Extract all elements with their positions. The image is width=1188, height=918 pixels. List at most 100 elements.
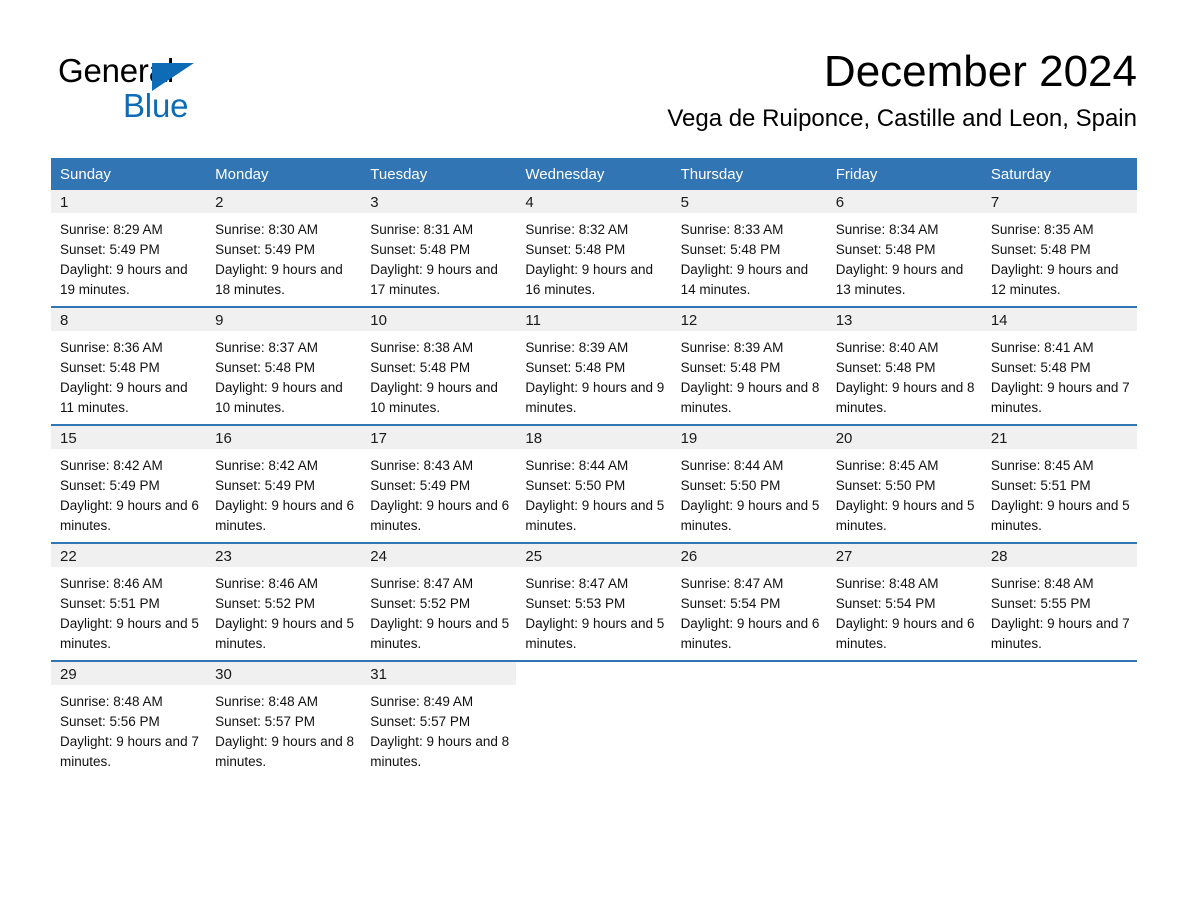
calendar-day-cell[interactable]: 11 Sunrise: 8:39 AM Sunset: 5:48 PM Dayligh… xyxy=(516,306,672,425)
calendar-day-cell[interactable]: 13 Sunrise: 8:40 AM Sunset: 5:48 PM Dayligh… xyxy=(826,306,982,425)
day-number: 4 xyxy=(516,190,672,213)
calendar-page: General Blue December 2024 Vega de Ruipo… xyxy=(0,0,1188,918)
daylight-text: Daylight: 9 hours and 5 minutes. xyxy=(215,616,354,651)
sunset-text: Sunset: 5:57 PM xyxy=(370,714,471,729)
day-number: 14 xyxy=(981,308,1137,331)
sunset-text: Sunset: 5:51 PM xyxy=(990,478,1091,493)
calendar-day-cell[interactable]: 7 Sunrise: 8:35 AM Sunset: 5:48 PM Daylight… xyxy=(981,190,1137,307)
daylight-text: Daylight: 9 hours and 5 minutes. xyxy=(60,616,199,651)
sunrise-text: Sunrise: 8:41 AM xyxy=(990,340,1094,355)
calendar-day-cell[interactable]: 24 Sunrise: 8:47 AM Sunset: 5:52 PM Dayligh… xyxy=(361,542,517,661)
day-number: 27 xyxy=(826,544,982,567)
day-cell-details: Sunrise: 8:41 AM Sunset: 5:48 PM Daylight:… xyxy=(982,331,1137,418)
calendar-day-cell[interactable]: 19 Sunrise: 8:44 AM Sunset: 5:50 PM Dayligh… xyxy=(671,424,827,543)
sunrise-text: Sunrise: 8:32 AM xyxy=(525,222,629,237)
daylight-text: Daylight: 9 hours and 17 minutes. xyxy=(370,262,498,297)
calendar-day-cell[interactable]: 17 Sunrise: 8:43 AM Sunset: 5:49 PM Dayligh… xyxy=(361,424,517,543)
daylight-text: Daylight: 9 hours and 6 minutes. xyxy=(60,498,199,533)
calendar-day-cell[interactable]: 15 Sunrise: 8:42 AM Sunset: 5:49 PM Dayligh… xyxy=(51,424,207,543)
calendar-day-cell[interactable]: 16 Sunrise: 8:42 AM Sunset: 5:49 PM Dayligh… xyxy=(206,424,362,543)
day-cell-details: Sunrise: 8:46 AM Sunset: 5:51 PM Daylight:… xyxy=(51,567,206,654)
calendar-day-cell[interactable]: 26 Sunrise: 8:47 AM Sunset: 5:54 PM Dayligh… xyxy=(671,542,827,661)
day-cell-details: Sunrise: 8:39 AM Sunset: 5:48 PM Daylight:… xyxy=(516,331,671,418)
calendar-day-cell[interactable]: 27 Sunrise: 8:48 AM Sunset: 5:54 PM Dayligh… xyxy=(826,542,982,661)
sunset-text: Sunset: 5:48 PM xyxy=(835,242,936,257)
calendar-day-cell[interactable]: 22 Sunrise: 8:46 AM Sunset: 5:51 PM Dayligh… xyxy=(51,542,207,661)
daylight-text: Daylight: 9 hours and 6 minutes. xyxy=(835,616,975,651)
sunset-text: Sunset: 5:48 PM xyxy=(990,242,1091,257)
daylight-text: Daylight: 9 hours and 5 minutes. xyxy=(525,498,665,533)
sunset-text: Sunset: 5:48 PM xyxy=(370,242,471,257)
daylight-text: Daylight: 9 hours and 11 minutes. xyxy=(60,380,188,415)
day-cell-inner: 16 Sunrise: 8:42 AM Sunset: 5:49 PM Dayligh… xyxy=(206,426,362,542)
day-cell-inner: 25 Sunrise: 8:47 AM Sunset: 5:53 PM Dayligh… xyxy=(516,544,672,660)
calendar-day-cell[interactable]: 2 Sunrise: 8:30 AM Sunset: 5:49 PM Daylight… xyxy=(206,190,362,307)
sunset-text: Sunset: 5:50 PM xyxy=(525,478,626,493)
day-number: 7 xyxy=(981,190,1137,213)
day-number: 30 xyxy=(206,662,362,685)
daylight-text: Daylight: 9 hours and 5 minutes. xyxy=(370,616,510,651)
day-cell-inner xyxy=(826,662,982,778)
daylight-text: Daylight: 9 hours and 16 minutes. xyxy=(525,262,653,297)
sunrise-text: Sunrise: 8:45 AM xyxy=(990,458,1094,473)
calendar-day-cell[interactable]: 1 Sunrise: 8:29 AM Sunset: 5:49 PM Daylight… xyxy=(51,190,207,307)
day-cell-inner: 14 Sunrise: 8:41 AM Sunset: 5:48 PM Dayligh… xyxy=(981,308,1137,424)
calendar-week-row: 22 Sunrise: 8:46 AM Sunset: 5:51 PM Dayligh… xyxy=(51,542,1137,661)
day-cell-details: Sunrise: 8:32 AM Sunset: 5:48 PM Daylight:… xyxy=(516,213,671,300)
sunset-text: Sunset: 5:48 PM xyxy=(990,360,1091,375)
daylight-text: Daylight: 9 hours and 5 minutes. xyxy=(525,616,665,651)
day-number: 24 xyxy=(361,544,517,567)
sunrise-text: Sunrise: 8:48 AM xyxy=(60,694,163,709)
calendar-day-cell[interactable]: 20 Sunrise: 8:45 AM Sunset: 5:50 PM Dayligh… xyxy=(826,424,982,543)
day-cell-inner: 17 Sunrise: 8:43 AM Sunset: 5:49 PM Dayligh… xyxy=(361,426,517,542)
calendar-day-cell[interactable]: 8 Sunrise: 8:36 AM Sunset: 5:48 PM Daylight… xyxy=(51,306,207,425)
sunrise-text: Sunrise: 8:44 AM xyxy=(525,458,629,473)
calendar-day-cell[interactable]: 23 Sunrise: 8:46 AM Sunset: 5:52 PM Dayligh… xyxy=(206,542,362,661)
day-cell-inner: 5 Sunrise: 8:33 AM Sunset: 5:48 PM Daylight… xyxy=(671,190,827,306)
sunrise-text: Sunrise: 8:45 AM xyxy=(835,458,939,473)
day-cell-inner: 8 Sunrise: 8:36 AM Sunset: 5:48 PM Daylight… xyxy=(51,308,207,424)
sunrise-text: Sunrise: 8:33 AM xyxy=(680,222,784,237)
calendar-day-cell[interactable]: 10 Sunrise: 8:38 AM Sunset: 5:48 PM Dayligh… xyxy=(361,306,517,425)
day-cell-details: Sunrise: 8:42 AM Sunset: 5:49 PM Daylight:… xyxy=(51,449,206,536)
day-cell-inner: 2 Sunrise: 8:30 AM Sunset: 5:49 PM Daylight… xyxy=(206,190,362,306)
calendar-day-cell[interactable]: 31 Sunrise: 8:49 AM Sunset: 5:57 PM Dayligh… xyxy=(361,660,517,778)
weekday-header-sunday: Sunday xyxy=(51,158,207,190)
calendar-day-cell[interactable]: 25 Sunrise: 8:47 AM Sunset: 5:53 PM Dayligh… xyxy=(516,542,672,661)
day-number: 26 xyxy=(671,544,827,567)
calendar-day-cell[interactable]: 30 Sunrise: 8:48 AM Sunset: 5:57 PM Dayligh… xyxy=(206,660,362,778)
calendar-day-cell[interactable]: 9 Sunrise: 8:37 AM Sunset: 5:48 PM Daylight… xyxy=(206,306,362,425)
day-cell-inner: 13 Sunrise: 8:40 AM Sunset: 5:48 PM Dayligh… xyxy=(826,308,982,424)
day-cell-inner: 10 Sunrise: 8:38 AM Sunset: 5:48 PM Dayligh… xyxy=(361,308,517,424)
calendar-day-cell[interactable]: 18 Sunrise: 8:44 AM Sunset: 5:50 PM Dayligh… xyxy=(516,424,672,543)
daylight-text: Daylight: 9 hours and 6 minutes. xyxy=(215,498,354,533)
day-cell-details: Sunrise: 8:48 AM Sunset: 5:54 PM Daylight:… xyxy=(827,567,982,654)
calendar-header-row: Sunday Monday Tuesday Wednesday Thursday… xyxy=(51,158,1137,190)
day-number: 12 xyxy=(671,308,827,331)
calendar-day-cell[interactable]: 21 Sunrise: 8:45 AM Sunset: 5:51 PM Dayligh… xyxy=(981,424,1137,543)
calendar-day-cell[interactable]: 29 Sunrise: 8:48 AM Sunset: 5:56 PM Dayligh… xyxy=(51,660,207,778)
general-blue-logo: General Blue xyxy=(58,52,318,130)
daylight-text: Daylight: 9 hours and 7 minutes. xyxy=(60,734,199,769)
day-number: 11 xyxy=(516,308,672,331)
sunset-text: Sunset: 5:57 PM xyxy=(215,714,315,729)
sunrise-text: Sunrise: 8:31 AM xyxy=(370,222,474,237)
calendar-day-cell[interactable]: 6 Sunrise: 8:34 AM Sunset: 5:48 PM Daylight… xyxy=(826,190,982,307)
calendar-day-cell[interactable]: 4 Sunrise: 8:32 AM Sunset: 5:48 PM Daylight… xyxy=(516,190,672,307)
day-number: 21 xyxy=(981,426,1137,449)
calendar-day-cell[interactable]: 12 Sunrise: 8:39 AM Sunset: 5:48 PM Dayligh… xyxy=(671,306,827,425)
calendar-day-cell[interactable]: 28 Sunrise: 8:48 AM Sunset: 5:55 PM Dayligh… xyxy=(981,542,1137,661)
calendar-day-cell[interactable]: 3 Sunrise: 8:31 AM Sunset: 5:48 PM Daylight… xyxy=(361,190,517,307)
day-cell-details: Sunrise: 8:48 AM Sunset: 5:57 PM Daylight:… xyxy=(206,685,361,772)
day-number: 8 xyxy=(51,308,207,331)
calendar-day-cell[interactable]: 14 Sunrise: 8:41 AM Sunset: 5:48 PM Dayligh… xyxy=(981,306,1137,425)
sunset-text: Sunset: 5:48 PM xyxy=(60,360,160,375)
daylight-text: Daylight: 9 hours and 8 minutes. xyxy=(835,380,975,415)
calendar-day-cell[interactable]: 5 Sunrise: 8:33 AM Sunset: 5:48 PM Daylight… xyxy=(671,190,827,307)
day-cell-details: Sunrise: 8:39 AM Sunset: 5:48 PM Daylight:… xyxy=(672,331,827,418)
sunrise-text: Sunrise: 8:37 AM xyxy=(215,340,318,355)
day-cell-inner: 6 Sunrise: 8:34 AM Sunset: 5:48 PM Daylight… xyxy=(826,190,982,306)
sunset-text: Sunset: 5:49 PM xyxy=(215,478,315,493)
sunset-text: Sunset: 5:52 PM xyxy=(370,596,471,611)
day-cell-details: Sunrise: 8:45 AM Sunset: 5:51 PM Daylight:… xyxy=(982,449,1137,536)
